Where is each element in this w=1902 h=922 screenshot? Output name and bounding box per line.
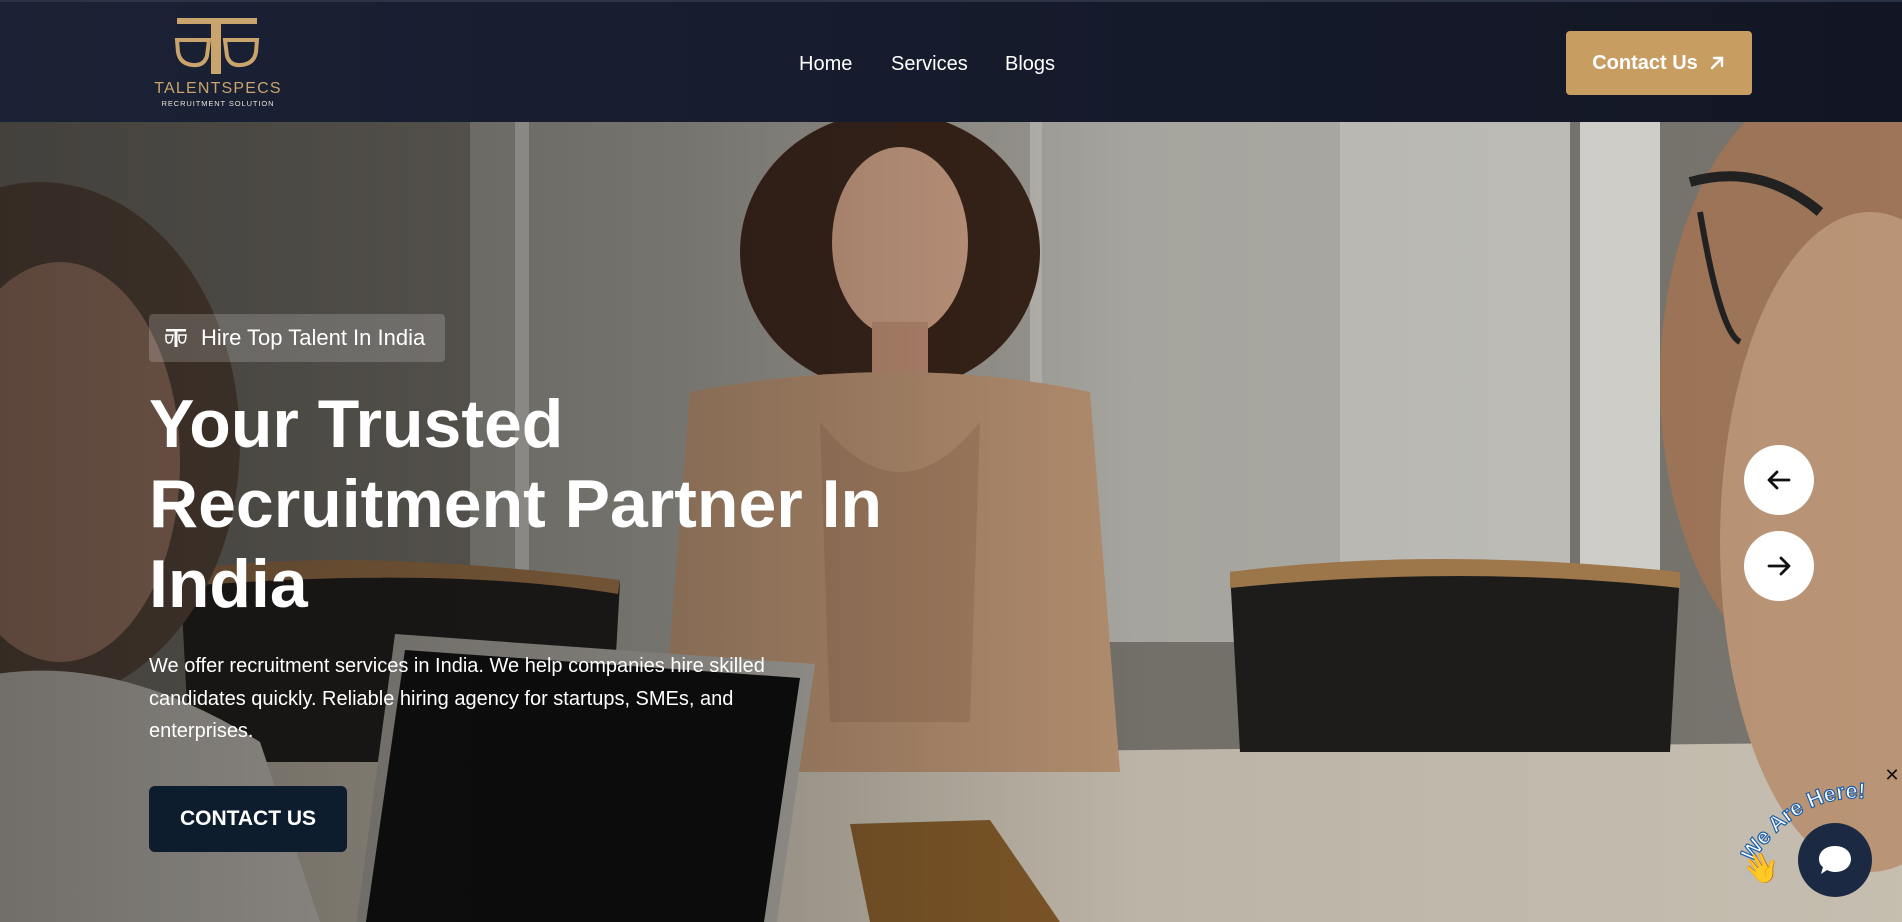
hero-title-line-2: Recruitment Partner In (149, 466, 883, 542)
waving-hand-icon: 👋 (1742, 852, 1780, 885)
logo-text: TALENTSPECS (154, 80, 282, 97)
arrow-right-icon (1767, 556, 1791, 576)
arrow-left-icon (1767, 470, 1791, 490)
nav-blogs[interactable]: Blogs (1005, 52, 1055, 76)
chat-bubble-icon (1819, 846, 1851, 874)
talentspecs-mark-icon (165, 329, 187, 347)
hero-title-line-1: Your Trusted (149, 386, 564, 462)
chat-open-button[interactable] (1798, 823, 1872, 897)
hero-badge: Hire Top Talent In India (149, 314, 446, 362)
hero-title-line-3: India (149, 546, 308, 622)
slider-prev-button[interactable] (1744, 445, 1814, 515)
slider-next-button[interactable] (1744, 531, 1814, 601)
hero-description-line-1: We offer recruitment services in India. … (149, 655, 765, 677)
hero-contact-button[interactable]: CONTACT US (149, 786, 347, 852)
chat-widget: ✕ We Are Here! 👋 (1740, 766, 1902, 922)
site-header: TALENTSPECS RECRUITMENT SOLUTION Home Se… (0, 0, 1902, 122)
hero-badge-label: Hire Top Talent In India (201, 325, 426, 350)
nav-services[interactable]: Services (891, 52, 968, 76)
header-contact-button[interactable]: Contact Us (1566, 31, 1752, 95)
hero-description-line-2: candidates quickly. Reliable hiring agen… (149, 687, 734, 710)
nav-home[interactable]: Home (799, 52, 852, 76)
hero-description-line-3: enterprises. (149, 720, 254, 742)
logo-tagline: RECRUITMENT SOLUTION (161, 99, 275, 108)
arrow-up-right-icon (1710, 56, 1723, 70)
header-contact-label: Contact Us (1592, 51, 1698, 74)
hero-section: Hire Top Talent In India Your Trusted Re… (0, 122, 1902, 922)
hero-description: We offer recruitment services in India. … (149, 650, 889, 748)
hero-title: Your Trusted Recruitment Partner In Indi… (149, 384, 929, 624)
